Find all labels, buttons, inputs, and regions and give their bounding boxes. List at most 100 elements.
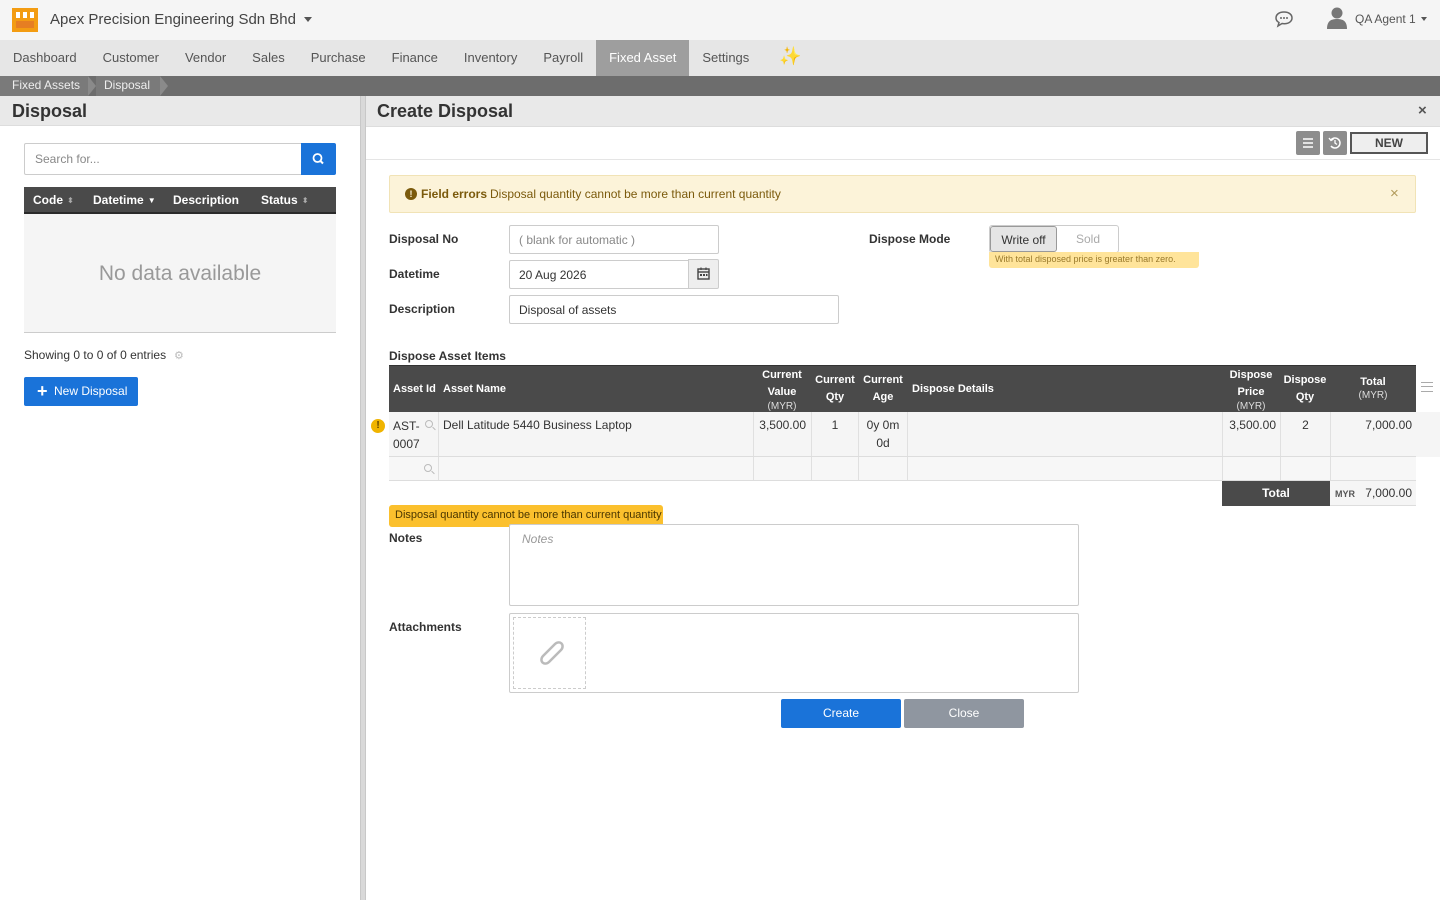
new-disposal-button[interactable]: + New Disposal xyxy=(24,377,138,406)
user-caret-icon[interactable] xyxy=(1421,17,1427,21)
mode-sold[interactable]: Sold xyxy=(1057,226,1119,252)
nav-payroll[interactable]: Payroll xyxy=(530,40,596,76)
company-name[interactable]: Apex Precision Engineering Sdn Bhd xyxy=(50,11,296,28)
notes-textarea[interactable] xyxy=(509,524,1079,606)
column-menu-icon[interactable] xyxy=(1421,382,1433,392)
col-code[interactable]: Code ⬍ xyxy=(33,193,74,207)
th-current-qty: Current Qty xyxy=(812,372,858,406)
empty-message: No data available xyxy=(98,262,262,285)
description-input[interactable] xyxy=(509,295,839,324)
asset-id-line2: 0007 xyxy=(393,437,420,451)
nav-settings[interactable]: Settings xyxy=(689,40,762,76)
th-current-value-line2: Value xyxy=(767,386,797,398)
gear-icon[interactable]: ⚙ xyxy=(174,349,184,362)
col-status-label: Status xyxy=(261,193,298,207)
attachments-label: Attachments xyxy=(389,620,462,634)
nav-purchase[interactable]: Purchase xyxy=(298,40,379,76)
lookup-icon[interactable] xyxy=(425,420,433,428)
nav-sales[interactable]: Sales xyxy=(239,40,298,76)
cell-asset-id[interactable] xyxy=(389,457,439,480)
user-avatar-icon[interactable] xyxy=(1326,6,1348,30)
search-input[interactable] xyxy=(24,143,302,175)
current-age-line2: 0d xyxy=(876,436,890,450)
alert-message: Disposal quantity cannot be more than cu… xyxy=(490,187,781,201)
cell-asset-name[interactable]: Dell Latitude 5440 Business Laptop xyxy=(439,412,754,456)
datetime-input[interactable] xyxy=(509,260,689,289)
row-edge xyxy=(1416,412,1440,457)
nav-inventory[interactable]: Inventory xyxy=(451,40,530,76)
form-header: Create Disposal × xyxy=(366,96,1440,127)
disposal-no-label: Disposal No xyxy=(389,232,459,246)
row-total: 7,000.00 xyxy=(1365,418,1412,432)
col-description[interactable]: Description xyxy=(173,193,239,207)
form-toolbar: NEW xyxy=(366,127,1440,160)
breadcrumb-fixed-assets[interactable]: Fixed Assets xyxy=(0,76,88,96)
nav-dashboard[interactable]: Dashboard xyxy=(0,40,90,76)
datetime-picker-button[interactable] xyxy=(688,259,719,289)
th-dispose-qty: Dispose Qty xyxy=(1280,372,1330,406)
current-value: 3,500.00 xyxy=(759,418,806,432)
nav-finance[interactable]: Finance xyxy=(379,40,451,76)
sparkle-icon[interactable]: ✨ xyxy=(779,46,801,67)
th-current-qty-line2: Qty xyxy=(825,391,845,403)
list-header: Code ⬍ Datetime ▼ Description Status ⬍ xyxy=(24,187,336,214)
attachments-area xyxy=(509,613,1079,693)
search-button[interactable] xyxy=(301,143,336,175)
create-button[interactable]: Create xyxy=(781,699,901,728)
close-icon[interactable]: × xyxy=(1418,102,1427,119)
nav-fixed-asset[interactable]: Fixed Asset xyxy=(596,40,690,76)
table-row-empty[interactable] xyxy=(389,457,1416,481)
panel-splitter[interactable] xyxy=(360,96,366,900)
table-row[interactable]: AST- 0007 Dell Latitude 5440 Business La… xyxy=(389,412,1416,457)
chat-icon[interactable] xyxy=(1274,10,1294,28)
col-status[interactable]: Status ⬍ xyxy=(261,193,308,207)
attachment-upload-slot[interactable] xyxy=(513,617,586,689)
th-dispose-details: Dispose Details xyxy=(912,383,994,395)
company-caret-icon[interactable] xyxy=(304,17,312,22)
cell-dispose-price[interactable] xyxy=(1223,457,1281,480)
mode-write-off[interactable]: Write off xyxy=(990,226,1057,252)
new-button[interactable]: NEW xyxy=(1350,132,1428,154)
cell-total xyxy=(1331,457,1416,480)
th-total: Total (MYR) xyxy=(1331,375,1415,403)
cell-dispose-qty[interactable]: 2 xyxy=(1281,412,1331,456)
dispose-mode-hint: With total disposed price is greater tha… xyxy=(989,252,1199,268)
close-button[interactable]: Close xyxy=(904,699,1024,728)
cell-dispose-details[interactable] xyxy=(908,457,1223,480)
grand-total-value: 7,000.00 xyxy=(1365,486,1412,500)
disposal-no-input[interactable] xyxy=(509,225,719,254)
items-table-header: Asset Id Asset Name Current Value (MYR) … xyxy=(389,365,1416,412)
th-dispose-qty-line1: Dispose xyxy=(1283,374,1327,386)
col-datetime[interactable]: Datetime ▼ xyxy=(93,193,156,207)
cell-asset-id[interactable]: AST- 0007 xyxy=(389,412,439,456)
lookup-icon[interactable] xyxy=(424,464,432,472)
list-body: No data available xyxy=(24,214,336,333)
col-datetime-label: Datetime xyxy=(93,193,144,207)
notes-label: Notes xyxy=(389,531,423,545)
cell-current-qty xyxy=(812,457,859,480)
col-code-label: Code xyxy=(33,193,63,207)
user-name[interactable]: QA Agent 1 xyxy=(1355,12,1416,26)
cell-current-value xyxy=(754,457,812,480)
alert-close-icon[interactable]: × xyxy=(1390,185,1399,202)
nav-customer[interactable]: Customer xyxy=(90,40,172,76)
nav-vendor[interactable]: Vendor xyxy=(172,40,239,76)
th-dispose-price-line1: Dispose xyxy=(1229,369,1273,381)
cell-dispose-details[interactable] xyxy=(908,412,1223,456)
th-current-value: Current Value (MYR) xyxy=(753,367,811,413)
cell-dispose-price[interactable]: 3,500.00 xyxy=(1223,412,1281,456)
cell-dispose-qty[interactable] xyxy=(1281,457,1331,480)
history-button[interactable] xyxy=(1323,131,1347,155)
breadcrumb-disposal[interactable]: Disposal xyxy=(96,76,160,96)
th-current-age: Current Age xyxy=(859,372,907,406)
breadcrumb-separator-icon xyxy=(160,76,168,96)
datetime-label: Datetime xyxy=(389,267,440,281)
dispose-items-title: Dispose Asset Items xyxy=(389,349,506,363)
th-current-age-line2: Age xyxy=(872,391,894,403)
left-panel-header: Disposal xyxy=(0,96,360,126)
cell-asset-name[interactable] xyxy=(439,457,754,480)
list-view-button[interactable] xyxy=(1296,131,1320,155)
list-icon xyxy=(1303,138,1313,148)
dispose-qty: 2 xyxy=(1302,418,1309,432)
row-warning-icon[interactable]: ! xyxy=(371,419,385,433)
